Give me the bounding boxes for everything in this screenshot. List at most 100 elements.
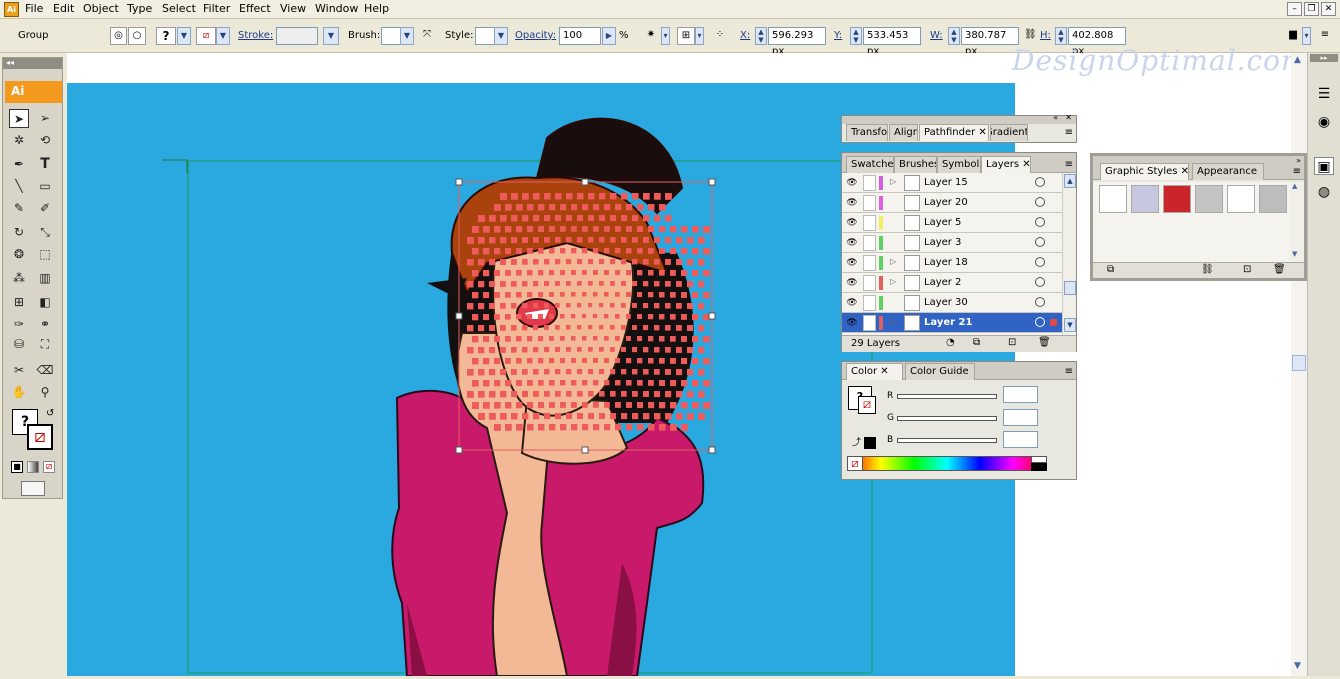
style-libraries-menu-icon[interactable]: ⧉ (1107, 264, 1114, 275)
lock-toggle[interactable] (863, 195, 876, 211)
recolor-artwork-icon[interactable]: ✷ (641, 27, 661, 45)
pen-tool-icon[interactable]: ✒ (9, 155, 29, 174)
vertical-scrollbar[interactable]: ▲ ▼ (1291, 53, 1307, 676)
tab-symbols[interactable]: Symbols (937, 156, 981, 173)
menu-window[interactable]: Window (315, 2, 358, 16)
brush-dropdown-icon[interactable]: ▼ (400, 27, 414, 45)
lock-toggle[interactable] (863, 175, 876, 191)
color-stroke-swatch[interactable]: ⧄ (858, 396, 876, 414)
layer-name[interactable]: Layer 20 (924, 196, 968, 210)
document-setup-dropdown-icon[interactable]: ▾ (1302, 27, 1311, 45)
dock-menu-icon[interactable]: ☰ (1314, 85, 1334, 103)
h-field[interactable]: 402.808 px (1068, 27, 1126, 57)
layer-row[interactable]: 👁 ▷ Layer 21 (842, 313, 1062, 333)
menu-effect[interactable]: Effect (239, 2, 271, 16)
layer-name[interactable]: Layer 15 (924, 176, 968, 190)
visibility-eye-icon[interactable]: 👁 (846, 237, 858, 249)
gradient-mode-icon[interactable] (27, 461, 39, 473)
align-dropdown-icon[interactable]: ▾ (695, 27, 704, 45)
b-slider[interactable] (897, 438, 997, 443)
menu-file[interactable]: File (25, 2, 43, 16)
menu-type[interactable]: Type (127, 2, 152, 16)
visibility-eye-icon[interactable]: 👁 (846, 257, 858, 269)
lock-toggle[interactable] (863, 255, 876, 271)
mesh-tool-icon[interactable]: ⊞ (9, 293, 29, 312)
layer-row[interactable]: 👁 ▷ Layer 2 (842, 273, 1062, 293)
slice-tool-icon[interactable]: ✂ (9, 361, 29, 380)
stroke-weight-dropdown-icon[interactable]: ▼ (323, 27, 339, 45)
layer-row[interactable]: 👁 ▷ Layer 15 (842, 173, 1062, 193)
panel-menu-icon[interactable]: ≡ (1065, 159, 1073, 170)
b-field[interactable] (1003, 431, 1038, 448)
visibility-eye-icon[interactable]: 👁 (846, 177, 858, 189)
visibility-eye-icon[interactable]: 👁 (846, 217, 858, 229)
y-field[interactable]: 533.453 px (863, 27, 921, 57)
type-tool-icon[interactable]: T (35, 155, 55, 174)
target-icon[interactable] (1035, 197, 1045, 207)
tab-graphic-styles[interactable]: Graphic Styles ✕ (1100, 163, 1189, 180)
tab-brushes[interactable]: Brushes (894, 156, 937, 173)
tab-close-icon[interactable]: ✕ (1181, 166, 1188, 177)
black-swatch[interactable] (864, 437, 876, 449)
lock-toggle[interactable] (863, 235, 876, 251)
line-tool-icon[interactable]: ╲ (9, 177, 29, 196)
target-icon[interactable] (1035, 177, 1045, 187)
lock-toggle[interactable] (863, 275, 876, 291)
lock-toggle[interactable] (863, 315, 876, 331)
direct-selection-tool-icon[interactable]: ➢ (35, 109, 55, 128)
free-transform-tool-icon[interactable]: ⬚ (35, 245, 55, 264)
brush-field[interactable] (381, 27, 401, 45)
menu-edit[interactable]: Edit (53, 2, 74, 16)
tab-color[interactable]: Color ✕ (846, 363, 903, 380)
locate-object-icon[interactable]: ◔ (946, 337, 955, 348)
tab-appearance[interactable]: Appearance (1192, 163, 1264, 180)
live-paint-selection-tool-icon[interactable]: ⛶ (35, 335, 55, 354)
scale-tool-icon[interactable]: ⤡ (35, 223, 55, 242)
new-sublayer-icon[interactable]: ⊡ (1008, 337, 1016, 348)
expand-triangle-icon[interactable]: ▷ (890, 257, 896, 266)
target-icon[interactable] (1035, 297, 1045, 307)
none-color-icon[interactable]: ⧄ (847, 456, 863, 471)
layer-row[interactable]: 👁 Layer 20 (842, 193, 1062, 213)
stroke-swatch[interactable]: ⧄ (27, 424, 53, 450)
isolate-group-icon[interactable]: ◎ (110, 27, 127, 45)
expand-triangle-icon[interactable]: ▷ (890, 177, 896, 186)
graphic-style-swatch[interactable] (1163, 185, 1191, 213)
eraser-tool-icon[interactable]: ⌫ (35, 361, 55, 380)
dock-collapse-icon[interactable]: ▸▸ (1310, 54, 1338, 62)
layer-row[interactable]: 👁 Layer 5 (842, 213, 1062, 233)
color-mode-icon[interactable]: ■ (11, 461, 23, 473)
pencil-tool-icon[interactable]: ✐ (35, 199, 55, 218)
graph-tool-icon[interactable]: ▥ (35, 269, 55, 288)
swap-fill-stroke-icon[interactable]: ↺ (46, 408, 54, 419)
y-spinner-icon[interactable]: ▲ ▼ (850, 27, 862, 45)
opacity-field[interactable]: 100 (559, 27, 601, 45)
graphic-style-swatch[interactable] (1227, 185, 1255, 213)
control-menu-icon[interactable]: ≡ (1317, 27, 1333, 45)
panel-collapse-icon[interactable]: » (1296, 156, 1301, 165)
layer-name[interactable]: Layer 3 (924, 236, 961, 250)
target-icon[interactable] (1035, 317, 1045, 327)
scroll-thumb[interactable] (1292, 355, 1306, 371)
live-paint-bucket-tool-icon[interactable]: ⛁ (9, 335, 29, 354)
fill-dropdown-icon[interactable]: ▼ (177, 27, 191, 45)
scroll-down-icon[interactable]: ▼ (1294, 661, 1301, 671)
tab-close-icon[interactable]: ✕ (978, 127, 986, 138)
new-graphic-style-icon[interactable]: ⊡ (1243, 264, 1251, 275)
layer-name[interactable]: Layer 5 (924, 216, 961, 230)
tab-transform[interactable]: Transform (846, 124, 888, 141)
lasso-tool-icon[interactable]: ⟲ (35, 131, 55, 150)
scroll-down-icon[interactable]: ▼ (1292, 250, 1297, 258)
stroke-color-swatch[interactable]: ⧄ (196, 27, 216, 45)
h-label[interactable]: H: (1040, 29, 1051, 43)
graphic-style-swatch[interactable] (1099, 185, 1127, 213)
panel-menu-icon[interactable]: ≡ (1293, 166, 1301, 177)
gradient-tool-icon[interactable]: ◧ (35, 293, 55, 312)
color-spectrum[interactable] (847, 456, 1047, 471)
dock-symbols-icon[interactable]: ◍ (1314, 183, 1334, 201)
tab-color-guide[interactable]: Color Guide (905, 363, 975, 380)
visibility-eye-icon[interactable]: 👁 (846, 197, 858, 209)
out-of-gamut-icon[interactable]: ⤴ (852, 435, 861, 448)
align-options-icon[interactable]: ⊞ (677, 27, 695, 45)
scroll-up-icon[interactable]: ▲ (1064, 174, 1076, 188)
